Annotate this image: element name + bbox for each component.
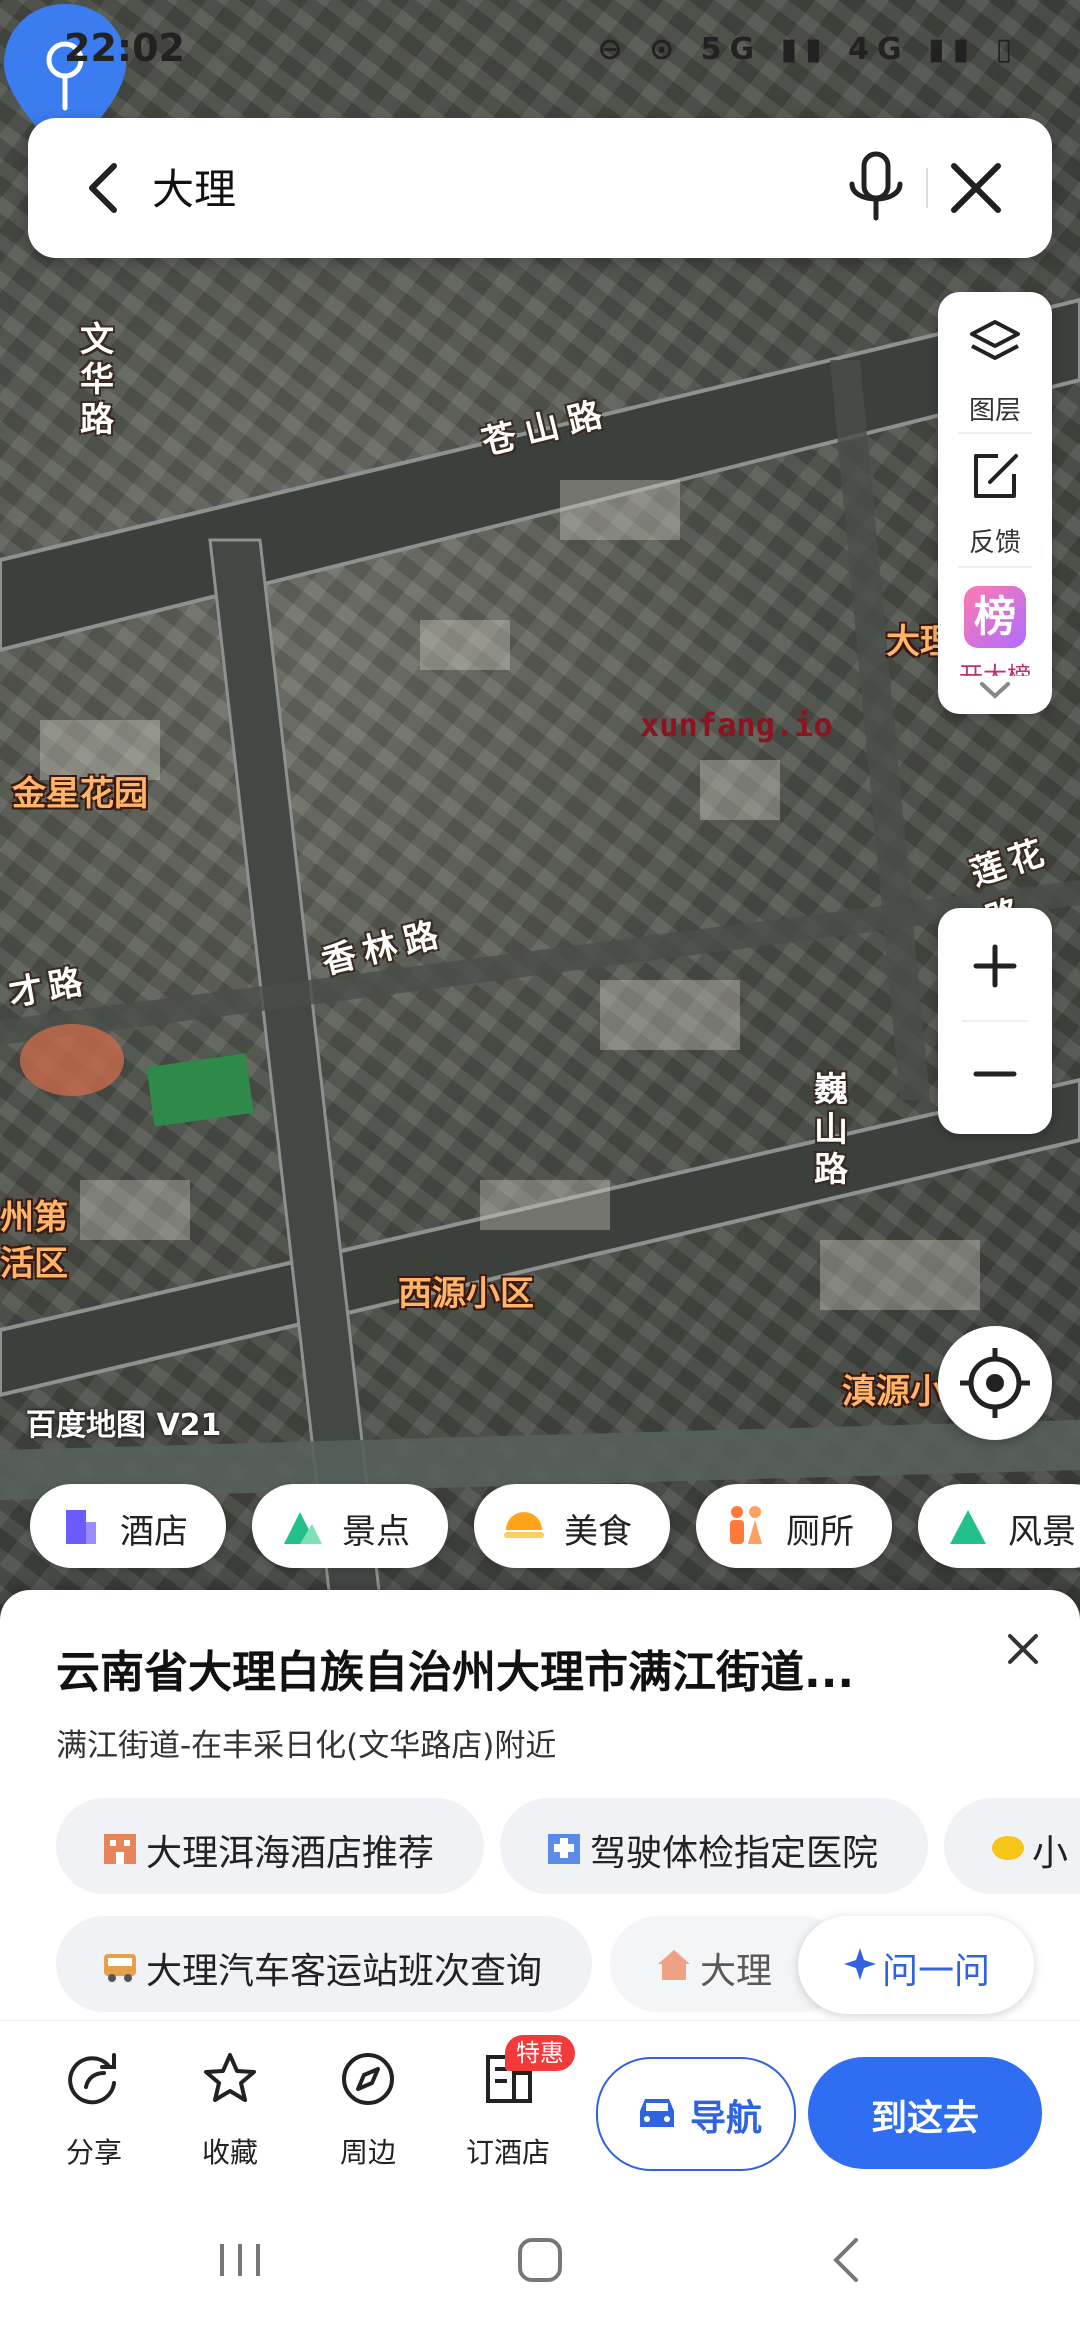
navigate-button[interactable]: 导航 — [596, 2057, 796, 2171]
scenic-icon — [284, 1512, 322, 1544]
navigate-label: 导航 — [690, 2098, 763, 2139]
suggestion-chip[interactable]: 驾驶体检指定医院 — [500, 1798, 928, 1894]
status-time: 22:02 — [64, 26, 185, 70]
poi-label[interactable]: 州第 — [0, 1190, 68, 1239]
nearby-label: 周边 — [339, 2136, 396, 2169]
suggestion-chip[interactable]: 大理汽车客运站班次查询 — [56, 1916, 592, 2012]
category-chip-food[interactable]: 美食 — [474, 1484, 670, 1568]
ask-label: 问一问 — [882, 1951, 991, 1992]
chevron-down-icon[interactable] — [978, 680, 1012, 702]
share-label: 分享 — [65, 2136, 122, 2169]
share-button[interactable]: 分享 — [34, 2049, 154, 2169]
toilet-icon — [730, 1506, 762, 1544]
place-subtitle: 满江街道-在丰采日化(文华路店)附近 — [56, 1728, 557, 1764]
zoom-out-icon[interactable] — [938, 1022, 1052, 1134]
status-icons: ⊖ ⊙ 5G ▮▮ 4G ▮▮ ▯ — [597, 32, 1020, 67]
suggestion-label: 小 — [1032, 1833, 1069, 1874]
suggestion-label: 大理洱海酒店推荐 — [146, 1833, 435, 1874]
road-cangshan — [0, 297, 1080, 653]
lemon-icon — [992, 1836, 1024, 1860]
watermark-text: xunfang.io — [640, 706, 833, 744]
zoom-controls — [938, 908, 1052, 1134]
recent-apps-icon[interactable] — [200, 2220, 280, 2300]
category-chip-scenic[interactable]: 景点 — [252, 1484, 448, 1568]
house-icon — [658, 1950, 690, 1980]
feedback-label: 反馈 — [968, 528, 1021, 558]
favorite-button[interactable]: 收藏 — [170, 2049, 290, 2169]
share-icon — [68, 2053, 116, 2105]
poi-label[interactable]: 金星花园 — [12, 766, 148, 815]
chip-label: 风景 — [1008, 1512, 1076, 1552]
chip-label: 酒店 — [120, 1512, 188, 1552]
ranking-button[interactable]: 榜 开大榜 — [938, 576, 1052, 676]
suggestion-label: 大理汽车客运站班次查询 — [146, 1951, 543, 1992]
compass-icon — [342, 2053, 394, 2105]
food-icon — [504, 1512, 544, 1538]
chip-label: 美食 — [564, 1512, 632, 1552]
poi-label[interactable]: 西源小区 — [398, 1266, 534, 1315]
place-title: 云南省大理白族自治州大理市满江街道... — [56, 1647, 855, 1698]
search-bar: 大理 — [28, 118, 1052, 258]
category-chip-scenery[interactable]: 风景 — [918, 1484, 1080, 1568]
home-icon[interactable] — [500, 2220, 580, 2300]
back-arrow-icon[interactable] — [68, 152, 138, 224]
road-label: 文华路 — [80, 320, 114, 440]
ask-ai-button[interactable]: 问一问 — [798, 1916, 1034, 2014]
go-here-button[interactable]: 到这去 — [808, 2057, 1042, 2169]
category-chips: 酒店 景点 美食 厕所 风景 — [30, 1484, 1080, 1574]
category-chip-toilet[interactable]: 厕所 — [696, 1484, 892, 1568]
nearby-button[interactable]: 周边 — [308, 2049, 428, 2169]
ranking-icon: 榜 — [964, 586, 1026, 648]
deal-badge: 特惠 — [505, 2035, 575, 2071]
stadium — [20, 1024, 124, 1096]
zoom-in-icon[interactable] — [938, 908, 1052, 1020]
suggestion-chip[interactable]: 大理洱海酒店推荐 — [56, 1798, 484, 1894]
map-tools-panel: 图层 反馈 榜 开大榜 — [938, 292, 1052, 714]
layers-button[interactable]: 图层 — [938, 310, 1052, 430]
favorite-label: 收藏 — [201, 2136, 258, 2169]
scenery-icon — [950, 1510, 986, 1544]
tool-divider — [958, 432, 1032, 434]
car-icon — [640, 2099, 674, 2127]
feedback-button[interactable]: 反馈 — [938, 442, 1052, 562]
search-divider — [926, 168, 928, 208]
close-icon[interactable] — [1000, 1626, 1046, 1672]
book-hotel-label: 订酒店 — [465, 2136, 550, 2169]
edit-icon — [974, 454, 1018, 498]
hotel-building-icon — [104, 1834, 136, 1864]
go-here-label: 到这去 — [870, 2098, 979, 2139]
search-input[interactable]: 大理 — [152, 156, 236, 217]
poi-label[interactable]: 滇源小 — [842, 1364, 944, 1413]
microphone-icon[interactable] — [840, 148, 912, 228]
bus-icon — [104, 1954, 136, 1982]
ranking-label: 开大榜 — [959, 662, 1031, 676]
map-brand-logo: 百度地图 V21 — [26, 1408, 222, 1443]
action-bar: 分享 收藏 周边 订酒店 特惠 导航 到这去 — [0, 2020, 1080, 2181]
locate-me-button[interactable] — [938, 1326, 1052, 1440]
hospital-icon — [548, 1834, 580, 1864]
star-icon — [204, 2053, 256, 2102]
suggestion-chip[interactable]: 小 — [944, 1798, 1080, 1894]
hotel-icon — [66, 1510, 96, 1544]
layers-label: 图层 — [968, 396, 1021, 426]
crosshair-icon — [960, 1348, 1030, 1418]
close-icon[interactable] — [940, 152, 1012, 224]
layers-icon — [970, 320, 1020, 360]
poi-label[interactable]: 活区 — [0, 1236, 68, 1285]
chip-label: 厕所 — [786, 1512, 854, 1552]
status-bar: 22:02 ⊖ ⊙ 5G ▮▮ 4G ▮▮ ▯ — [60, 20, 1040, 80]
tool-divider — [958, 566, 1032, 568]
system-navigation-bar — [0, 2180, 1080, 2340]
back-icon[interactable] — [806, 2220, 886, 2300]
chip-label: 景点 — [342, 1512, 410, 1552]
sports-field — [146, 1053, 254, 1127]
category-chip-hotel[interactable]: 酒店 — [30, 1484, 226, 1568]
sparkle-icon — [844, 1948, 876, 1980]
road-weishan — [830, 360, 930, 1100]
suggestion-label: 驾驶体检指定医院 — [590, 1833, 879, 1874]
suggestion-label: 大理 — [700, 1951, 773, 1992]
road-label: 巍山路 — [814, 1070, 848, 1190]
